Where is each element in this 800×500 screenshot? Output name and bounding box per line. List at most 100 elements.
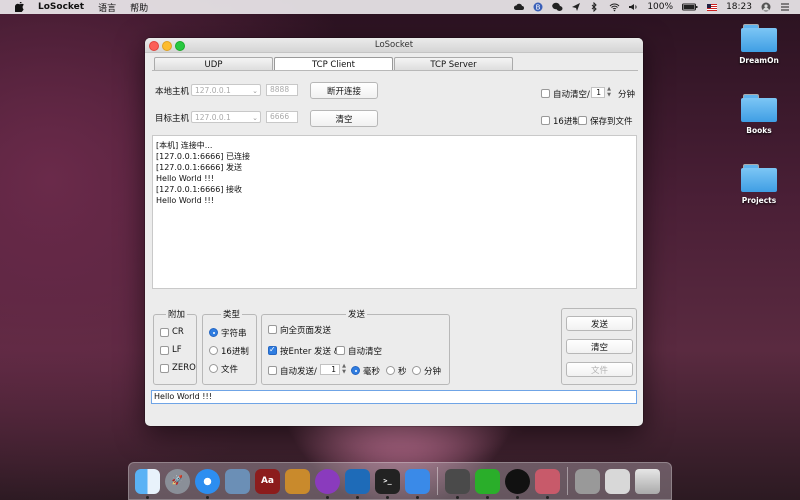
type-file-radio[interactable] xyxy=(209,364,218,373)
desktop-folder-dreamon[interactable]: DreamOn xyxy=(729,24,789,65)
unit-min-label: 分钟 xyxy=(424,367,442,377)
menu-app-name[interactable]: LoSocket xyxy=(38,2,84,12)
battery-percent[interactable]: 100% xyxy=(647,2,673,12)
tab-bar: UDP TCP Client TCP Server xyxy=(154,57,514,71)
title-bar[interactable]: LoSocket xyxy=(145,38,643,53)
auto-clear-after-send-checkbox[interactable] xyxy=(336,346,345,355)
log-line: Hello World !!! xyxy=(156,174,214,183)
terminal-icon[interactable]: >_ xyxy=(375,468,400,499)
activity-monitor-icon[interactable] xyxy=(445,468,470,499)
trash-icon[interactable] xyxy=(635,468,660,494)
type-hex-radio[interactable] xyxy=(209,346,218,355)
screenshot-icon[interactable] xyxy=(575,468,600,494)
unit-sec-radio[interactable] xyxy=(386,366,395,375)
auto-send-interval-field[interactable]: 1 xyxy=(320,364,340,375)
file-button[interactable]: 文件 xyxy=(566,362,633,377)
target-host-label: 目标主机 xyxy=(155,114,190,124)
wechat-icon[interactable] xyxy=(552,2,563,12)
type-string-radio[interactable] xyxy=(209,328,218,337)
clock-time[interactable]: 18:23 xyxy=(726,2,752,12)
tab-divider xyxy=(152,70,638,71)
finder-icon[interactable] xyxy=(135,468,160,499)
folder-icon xyxy=(741,24,777,52)
github-icon[interactable] xyxy=(315,468,340,499)
vscode-icon[interactable] xyxy=(345,468,370,499)
qq-icon[interactable] xyxy=(505,468,530,499)
stepper-icon[interactable]: ▲ ▼ xyxy=(341,363,347,375)
battery-icon[interactable] xyxy=(682,2,698,12)
safari-icon[interactable] xyxy=(195,468,220,499)
mail-icon[interactable] xyxy=(605,468,630,494)
wifi-icon[interactable] xyxy=(609,2,620,12)
calculator-icon[interactable] xyxy=(285,468,310,494)
send-group-title: 发送 xyxy=(346,308,368,320)
desktop-folder-projects[interactable]: Projects xyxy=(729,164,789,205)
paperplane-icon[interactable] xyxy=(571,2,581,12)
hex-display-checkbox[interactable] xyxy=(541,116,550,125)
log-line: Hello World !!! xyxy=(156,196,214,205)
apple-icon[interactable] xyxy=(12,0,26,14)
target-ip-combo[interactable]: 127.0.0.1 ⌄ xyxy=(191,111,261,123)
dictionary-icon[interactable]: Aa xyxy=(255,468,280,494)
tab-tcp-server[interactable]: TCP Server xyxy=(394,57,513,71)
hex-display-label: 16进制 xyxy=(553,117,581,127)
network-utility-icon[interactable] xyxy=(535,468,560,499)
cloud-icon[interactable] xyxy=(514,2,525,12)
log-line: [127.0.0.1:6666] 发送 xyxy=(156,163,243,172)
auto-send-label: 自动发送/ xyxy=(280,367,317,377)
send-button[interactable]: 发送 xyxy=(566,316,633,331)
folder-label: Projects xyxy=(741,196,777,205)
stepper-icon[interactable]: ▲ ▼ xyxy=(606,86,612,98)
folder-icon xyxy=(741,164,777,192)
preview-icon[interactable] xyxy=(225,468,250,494)
tab-udp[interactable]: UDP xyxy=(154,57,273,71)
menu-language[interactable]: 语言 xyxy=(98,1,116,14)
log-line: [127.0.0.1:6666] 已连接 xyxy=(156,152,251,161)
message-input[interactable]: Hello World !!! xyxy=(151,390,637,404)
append-zero-checkbox[interactable] xyxy=(160,364,169,373)
unit-ms-label: 毫秒 xyxy=(363,367,381,377)
auto-clear-checkbox[interactable] xyxy=(541,89,550,98)
type-string-label: 字符串 xyxy=(221,329,247,339)
xcode-icon[interactable] xyxy=(405,468,430,499)
local-ip-value: 127.0.0.1 xyxy=(195,86,231,95)
enter-send-label: 按Enter 发送 & xyxy=(280,347,341,357)
save-to-file-checkbox[interactable] xyxy=(578,116,587,125)
send-full-page-label: 向全页面发送 xyxy=(280,326,332,336)
desktop-folder-books[interactable]: Books xyxy=(729,94,789,135)
disconnect-button[interactable]: 断开连接 xyxy=(310,82,378,99)
log-output[interactable]: [本机] 连接中... [127.0.0.1:6666] 已连接 [127.0.… xyxy=(152,135,637,289)
list-icon[interactable] xyxy=(780,2,790,12)
type-group-title: 类型 xyxy=(221,308,243,320)
clear-button[interactable]: 清空 xyxy=(566,339,633,354)
b-icon[interactable]: B xyxy=(533,2,543,12)
volume-icon[interactable] xyxy=(628,2,638,12)
unit-ms-radio[interactable] xyxy=(351,366,360,375)
bluetooth-icon[interactable] xyxy=(590,1,600,13)
local-ip-combo[interactable]: 127.0.0.1 ⌄ xyxy=(191,84,261,96)
append-cr-checkbox[interactable] xyxy=(160,328,169,337)
append-lf-label: LF xyxy=(172,345,182,355)
launchpad-icon[interactable]: 🚀 xyxy=(165,468,190,494)
wechat-app-icon[interactable] xyxy=(475,468,500,499)
tab-tcp-client[interactable]: TCP Client xyxy=(274,57,393,71)
auto-clear-label: 自动清空/ xyxy=(553,90,590,100)
local-port-field[interactable]: 8888 xyxy=(266,84,298,96)
auto-clear-minutes-field[interactable]: 1 xyxy=(591,87,605,98)
auto-send-checkbox[interactable] xyxy=(268,366,277,375)
window-title: LoSocket xyxy=(374,40,414,50)
local-host-label: 本地主机 xyxy=(155,87,190,97)
menu-help[interactable]: 帮助 xyxy=(130,1,148,14)
unit-min-radio[interactable] xyxy=(412,366,421,375)
append-lf-checkbox[interactable] xyxy=(160,346,169,355)
flag-icon[interactable] xyxy=(707,3,718,11)
chevron-down-icon: ⌄ xyxy=(252,114,258,122)
enter-send-checkbox[interactable] xyxy=(268,345,277,355)
dock: 🚀 Aa >_ xyxy=(128,462,672,500)
log-line: [本机] 连接中... xyxy=(156,141,213,150)
clear-log-button[interactable]: 清空 xyxy=(310,110,378,127)
folder-label: Books xyxy=(746,126,772,135)
target-port-field[interactable]: 6666 xyxy=(266,111,298,123)
send-full-page-checkbox[interactable] xyxy=(268,325,277,334)
user-icon[interactable] xyxy=(761,2,771,12)
